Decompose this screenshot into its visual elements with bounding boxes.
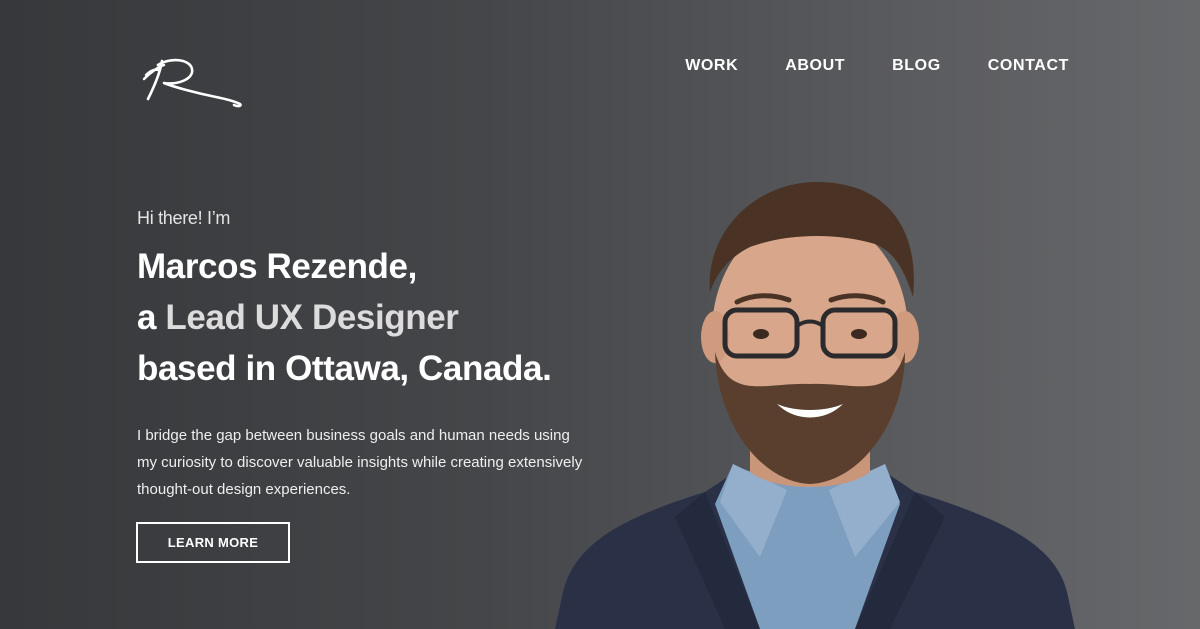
hero-location: based in Ottawa, Canada. — [137, 349, 552, 388]
nav-item-blog[interactable]: BLOG — [892, 56, 941, 76]
signature-logo-icon — [142, 58, 242, 108]
hero-role-prefix: a — [137, 298, 166, 337]
hero-headline: Marcos Rezende, a Lead UX Designer based… — [137, 241, 607, 394]
hero-greeting: Hi there! I’m — [137, 208, 231, 228]
signature-logo[interactable] — [138, 55, 248, 115]
nav-item-about[interactable]: ABOUT — [785, 56, 845, 76]
nav-item-contact[interactable]: CONTACT — [988, 56, 1069, 76]
main-nav: WORK ABOUT BLOG CONTACT — [685, 56, 1069, 76]
hero-role-line: a Lead UX Designer — [137, 292, 607, 343]
hero-role: Lead UX Designer — [165, 298, 459, 337]
learn-more-button[interactable]: LEARN MORE — [136, 522, 290, 563]
hero-description: I bridge the gap between business goals … — [137, 427, 583, 498]
profile-portrait — [555, 182, 1075, 629]
hero-name: Marcos Rezende, — [137, 247, 417, 286]
nav-item-work[interactable]: WORK — [685, 56, 738, 76]
hero-intro: Hi there! I’m Marcos Rezende, a Lead UX … — [137, 207, 607, 503]
